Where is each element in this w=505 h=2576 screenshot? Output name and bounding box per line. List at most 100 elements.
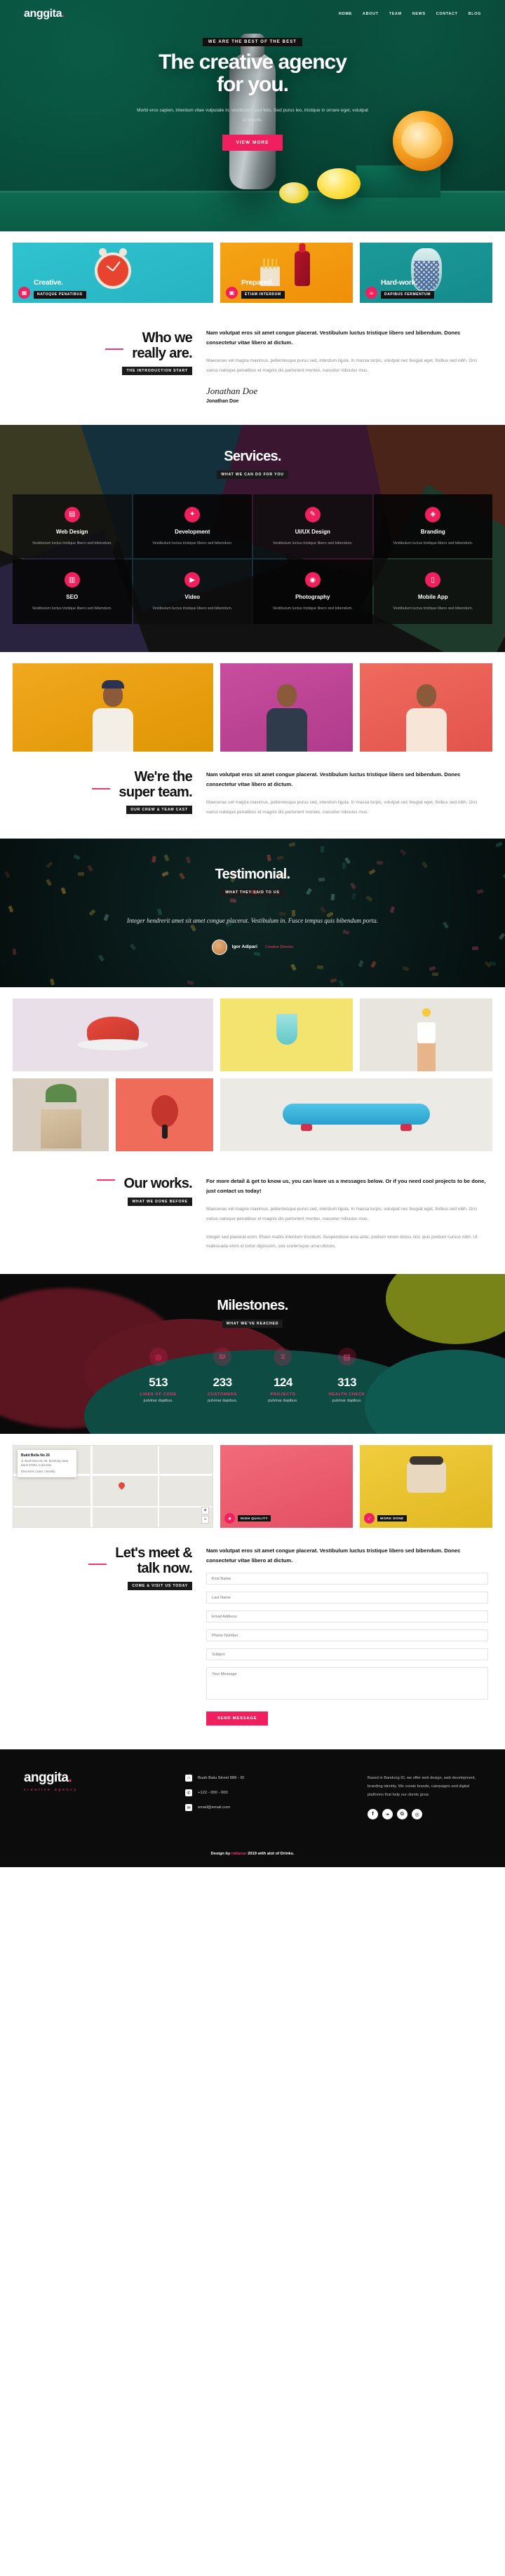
service-card-branding[interactable]: ◈ Branding Vestibulum luctus tristique l… [374, 494, 493, 559]
testimonial-section: Testimonial. WHAT THEY SAID TO US Intege… [0, 839, 505, 987]
instagram-icon[interactable]: ◎ [412, 1809, 422, 1819]
works-paragraph-2: Integer sed placerat enim. Etiam mattis … [206, 1233, 488, 1252]
service-card-mobile-app[interactable]: ▯ Mobile App Vestibulum luctus tristique… [374, 560, 493, 624]
last-name-input[interactable] [206, 1592, 488, 1604]
feature-card-hardwork[interactable]: ☕ Hard-work. DAPIBUS FERMENTUM [360, 243, 492, 303]
glass-image [276, 1014, 297, 1045]
footer-socials: f ❧ G ◎ [368, 1809, 481, 1819]
ping-pong-paddle-image [152, 1095, 178, 1127]
footer-email[interactable]: email@email.com [198, 1805, 230, 1810]
work-item-5[interactable] [116, 1078, 213, 1151]
clipboard-icon: ▤ [338, 1348, 356, 1366]
map-links[interactable]: Directions | Save | Nearby [21, 1470, 73, 1474]
site-logo[interactable]: anggita. [24, 8, 65, 20]
feature-name: Hard-work. [381, 279, 434, 287]
about-section: Who we really are. THE INTRODUCTION STAR… [0, 303, 505, 425]
nav-item-contact[interactable]: CONTACT [436, 12, 458, 16]
map-zoom-in-button[interactable]: + [201, 1507, 209, 1514]
phone-input[interactable] [206, 1629, 488, 1641]
service-card-uiux-design[interactable]: ✎ UI/UX Design Vestibulum luctus tristiq… [253, 494, 372, 559]
check-icon: ✓ [364, 1513, 375, 1524]
hero-lemon-small-image [279, 182, 309, 203]
team-photo-3[interactable] [360, 663, 492, 752]
feature-card-footer: ☕ Hard-work. DAPIBUS FERMENTUM [365, 279, 434, 299]
hourglass-icon: ⧖ [274, 1348, 292, 1366]
contact-section: Let's meet & talk now. COME & VISIT US T… [0, 1528, 505, 1749]
service-card-video[interactable]: ▶ Video Vestibulum luctus tristique libe… [133, 560, 252, 624]
nav-item-blog[interactable]: BLOG [469, 12, 481, 16]
contact-title: Let's meet & talk now. [115, 1546, 192, 1576]
footer-about-text: Based in Bandung ID, we offer web design… [368, 1775, 481, 1799]
twitter-icon[interactable]: ❧ [382, 1809, 393, 1819]
feature-card-creative[interactable]: ▦ Creative. NATOQUE PENATIBUS [13, 243, 213, 303]
hero-subtitle: Morbi eros sapien, interdum vitae vulput… [137, 106, 368, 125]
flower-image [422, 1008, 431, 1017]
image-badge: ✓ WORK DONE [364, 1513, 407, 1524]
service-card-development[interactable]: ✦ Development Vestibulum luctus tristiqu… [133, 494, 252, 559]
work-item-3[interactable] [360, 998, 492, 1071]
contact-image-1[interactable]: ★ HIGH QUALITY [220, 1445, 353, 1528]
milestones-title: Milestones. [17, 1298, 488, 1314]
works-body-column: For more detail & get to know us, you ca… [206, 1177, 488, 1252]
plant-image [46, 1084, 76, 1102]
services-grid: ▤ Web Design Vestibulum luctus tristique… [13, 494, 492, 625]
nav-item-team[interactable]: TEAM [389, 12, 402, 16]
camera-icon: ◉ [305, 572, 321, 588]
services-title: Services. [13, 449, 492, 465]
map-address: Jl. Buah Batu No 26, Bandung Jawa Barat … [21, 1459, 73, 1468]
message-textarea[interactable] [206, 1667, 488, 1700]
milestones-section: Milestones. WHAT WE'VE REACHED ◎ 513 LIN… [0, 1274, 505, 1434]
subject-input[interactable] [206, 1648, 488, 1660]
form-row-phone [206, 1629, 488, 1641]
footer-logo-text: anggita [24, 1770, 68, 1785]
service-desc: Vestibulum luctus tristique libero sed b… [20, 540, 125, 548]
map-zoom-out-button[interactable]: − [201, 1516, 209, 1524]
about-lead: Nam volutpat eros sit amet congue placer… [206, 328, 488, 348]
logo-dot: . [62, 8, 65, 20]
team-title: We're the super team. [119, 770, 192, 800]
map-widget[interactable]: Bukit Bella No 26 Jl. Buah Batu No 26, B… [13, 1445, 213, 1528]
service-card-web-design[interactable]: ▤ Web Design Vestibulum luctus tristique… [13, 494, 132, 559]
contact-image-2[interactable]: ✓ WORK DONE [360, 1445, 492, 1528]
feature-card-prepared[interactable]: ▣ Prepared. ETIAM INTERDUM [220, 243, 353, 303]
hero-view-more-button[interactable]: VIEW MORE [222, 135, 283, 151]
service-card-seo[interactable]: ▥ SEO Vestibulum luctus tristique libero… [13, 560, 132, 624]
facebook-icon[interactable]: f [368, 1809, 378, 1819]
hat-image [87, 1017, 139, 1045]
site-footer: anggita. creative agency ⌂ Buah Batu Str… [0, 1749, 505, 1867]
milestone-label: PROJECTS [268, 1392, 297, 1397]
team-photo-1[interactable] [13, 663, 213, 752]
nav-item-about[interactable]: ABOUT [363, 12, 379, 16]
send-message-button[interactable]: SEND MESSAGE [206, 1711, 268, 1726]
email-input[interactable] [206, 1611, 488, 1622]
top-navigation-bar: anggita. HOME ABOUT TEAM NEWS CONTACT BL… [0, 0, 505, 28]
map-zoom-controls: + − [201, 1507, 209, 1524]
milestones-grid: ◎ 513 LINES OF CODE pulvinar dapibus. ₪ … [17, 1348, 488, 1403]
nav-item-news[interactable]: NEWS [412, 12, 426, 16]
team-paragraph: Maecenas vel magna maximus, pellentesque… [206, 798, 488, 818]
work-item-1[interactable] [13, 998, 213, 1071]
work-item-2[interactable] [220, 998, 353, 1071]
work-item-4[interactable] [13, 1078, 109, 1151]
tag-icon: ◈ [425, 507, 440, 522]
team-heading-column: We're the super team. OUR CREW & TEAM CA… [17, 770, 192, 818]
work-item-6[interactable] [220, 1078, 492, 1151]
map-info-card[interactable]: Bukit Bella No 26 Jl. Buah Batu No 26, B… [18, 1450, 76, 1477]
team-photo-2[interactable] [220, 663, 353, 752]
feature-card-footer: ▣ Prepared. ETIAM INTERDUM [226, 279, 285, 299]
google-plus-icon[interactable]: G [397, 1809, 408, 1819]
credit-author[interactable]: ridianur [231, 1852, 247, 1856]
service-card-photography[interactable]: ◉ Photography Vestibulum luctus tristiqu… [253, 560, 372, 624]
service-name: Web Design [20, 529, 125, 535]
footer-logo[interactable]: anggita. [24, 1770, 164, 1786]
play-icon: ▶ [184, 572, 200, 588]
first-name-input[interactable] [206, 1573, 488, 1585]
milestone-health-check: ▤ 313 HEALTH CHECK pulvinar dapibus. [329, 1348, 365, 1403]
works-heading-column: Our works. WHAT WE DONE BEFORE [17, 1177, 192, 1252]
works-row-1 [13, 998, 492, 1071]
footer-phone[interactable]: +122 - 000 - 000 [198, 1791, 228, 1795]
logo-text: anggita [24, 8, 62, 20]
person-image [267, 684, 307, 752]
service-name: Video [140, 594, 245, 600]
nav-item-home[interactable]: HOME [339, 12, 352, 16]
